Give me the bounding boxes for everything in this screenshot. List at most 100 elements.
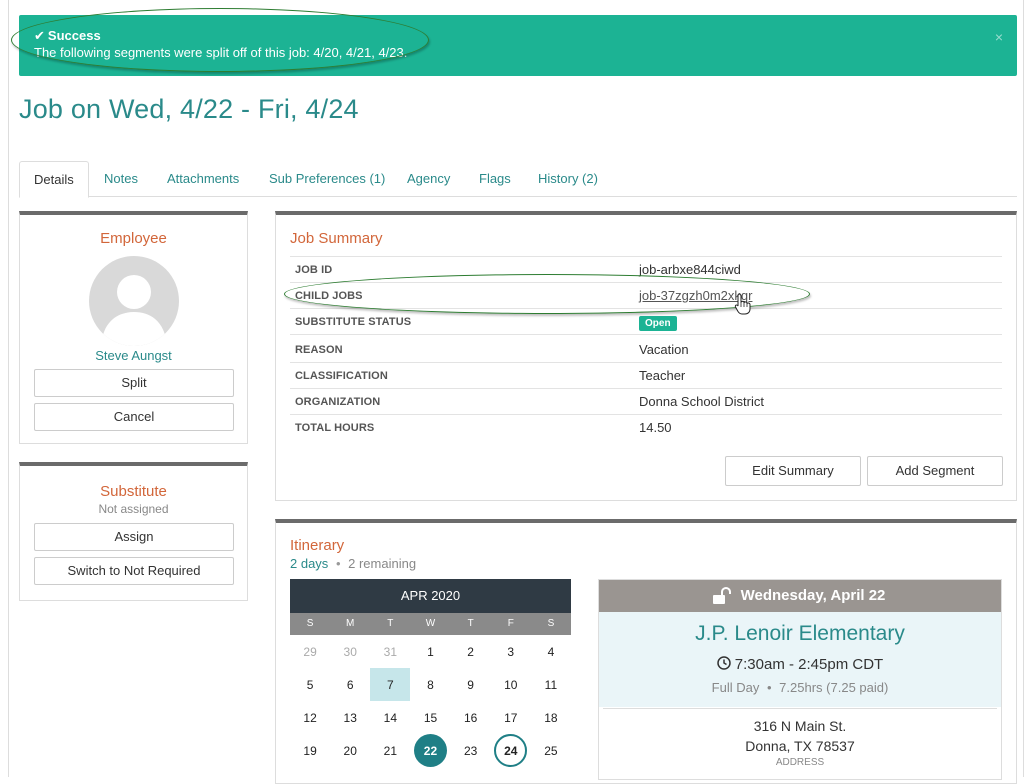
clock-icon — [717, 656, 731, 670]
calendar-day[interactable]: 14 — [370, 701, 410, 734]
day-type: Full Day — [711, 680, 760, 695]
scheduled-day-marker: 24 — [494, 734, 528, 767]
address-line2: Donna, TX 78537 — [745, 738, 855, 754]
itinerary-heading: Itinerary — [290, 537, 345, 554]
calendar-day[interactable]: 30 — [330, 635, 370, 668]
success-alert: ✔ Success The following segments were spl… — [19, 15, 1017, 76]
substitute-status: Not assigned — [98, 502, 169, 516]
edit-summary-button[interactable]: Edit Summary — [725, 456, 861, 486]
user-silhouette-icon — [101, 275, 167, 346]
calendar-week: 5 6 7 8 9 10 11 — [290, 668, 571, 701]
check-icon: ✔ — [34, 28, 45, 43]
selected-day-marker: 22 — [413, 734, 447, 767]
weekday-label: S — [306, 618, 314, 629]
weekday-label: S — [547, 618, 555, 629]
substitute-panel: Substitute Not assigned Assign Switch to… — [19, 462, 248, 601]
calendar-day-today[interactable]: 7 — [370, 668, 411, 701]
classification-value: Teacher — [639, 368, 686, 383]
calendar-day[interactable]: 12 — [290, 701, 330, 734]
page-title: Job on Wed, 4/22 - Fri, 4/24 — [19, 94, 359, 124]
calendar-day[interactable]: 17 — [491, 701, 531, 734]
calendar-day[interactable]: 13 — [330, 701, 370, 734]
calendar-day[interactable]: 29 — [290, 635, 330, 668]
employee-name-link[interactable]: Steve Aungst — [20, 348, 247, 363]
table-row: CHILD JOBS job-37zgzh0m2xkqr — [290, 282, 1002, 308]
calendar: APR 2020 S M T W T F S 29 30 31 1 2 3 4 … — [290, 579, 571, 767]
tab-flags[interactable]: Flags — [465, 161, 525, 197]
reason-key: REASON — [295, 344, 343, 356]
calendar-day[interactable]: 11 — [531, 668, 571, 701]
tab-bar: Details Notes Attachments Sub Preference… — [19, 161, 1017, 198]
calendar-day[interactable]: 3 — [491, 635, 531, 668]
employee-panel: Employee Steve Aungst Split Cancel — [19, 211, 248, 444]
calendar-day[interactable]: 4 — [531, 635, 571, 668]
calendar-day[interactable]: 16 — [451, 701, 491, 734]
calendar-day[interactable]: 31 — [370, 635, 410, 668]
tab-notes[interactable]: Notes — [90, 161, 152, 197]
tab-history[interactable]: History (2) — [524, 161, 612, 197]
school-link[interactable]: J.P. Lenoir Elementary — [599, 622, 1001, 646]
calendar-week: 19 20 21 22 23 24 25 — [290, 734, 571, 767]
alert-title: Success — [47, 28, 101, 43]
calendar-day[interactable]: 9 — [451, 668, 491, 701]
tab-details[interactable]: Details — [19, 161, 89, 198]
status-badge: Open — [639, 316, 677, 331]
table-row: SUBSTITUTE STATUS Open — [290, 308, 1002, 334]
table-row: JOB ID job-arbxe844ciwd — [290, 256, 1002, 282]
avatar — [89, 256, 179, 346]
calendar-day[interactable]: 25 — [531, 734, 571, 767]
divider — [603, 708, 997, 709]
calendar-day[interactable]: 10 — [491, 668, 531, 701]
substitute-status-key: SUBSTITUTE STATUS — [295, 316, 412, 328]
classification-key: CLASSIFICATION — [295, 370, 388, 382]
weekday-label: T — [467, 618, 474, 629]
unlock-icon — [713, 587, 731, 604]
separator-dot: • — [335, 556, 341, 571]
job-summary-panel: Job Summary JOB ID job-arbxe844ciwd CHIL… — [275, 211, 1017, 501]
calendar-day-scheduled[interactable]: 24 — [491, 734, 531, 767]
calendar-weekdays: S M T W T F S — [290, 613, 571, 635]
assign-button[interactable]: Assign — [34, 523, 234, 551]
address-label: ADDRESS — [775, 757, 825, 768]
table-row: REASON Vacation — [290, 334, 1002, 362]
tab-agency[interactable]: Agency — [393, 161, 464, 197]
calendar-day[interactable]: 18 — [531, 701, 571, 734]
table-row: CLASSIFICATION Teacher — [290, 362, 1002, 388]
calendar-day[interactable]: 19 — [290, 734, 330, 767]
alert-message: The following segments were split off of… — [34, 45, 408, 60]
address-line1: 316 N Main St. — [753, 718, 847, 734]
weekday-label: M — [346, 618, 355, 629]
calendar-day[interactable]: 21 — [370, 734, 410, 767]
calendar-day[interactable]: 1 — [410, 635, 450, 668]
days-link[interactable]: 2 days — [290, 556, 328, 571]
day-card-body: J.P. Lenoir Elementary 7:30am - 2:45pm C… — [599, 612, 1001, 707]
calendar-day[interactable]: 15 — [410, 701, 450, 734]
reason-value: Vacation — [639, 342, 689, 357]
tab-sub-preferences[interactable]: Sub Preferences (1) — [255, 161, 399, 197]
day-card-header: Wednesday, April 22 — [599, 580, 1001, 612]
calendar-day[interactable]: 23 — [451, 734, 491, 767]
add-segment-button[interactable]: Add Segment — [867, 456, 1003, 486]
total-hours-value: 14.50 — [639, 420, 672, 435]
tab-attachments[interactable]: Attachments — [153, 161, 253, 197]
table-row: TOTAL HOURS 14.50 — [290, 414, 1002, 440]
switch-to-not-required-button[interactable]: Switch to Not Required — [34, 557, 234, 585]
calendar-day-selected[interactable]: 22 — [410, 734, 450, 767]
split-button[interactable]: Split — [34, 369, 234, 397]
organization-link[interactable]: Donna School District — [639, 394, 764, 409]
calendar-day[interactable]: 8 — [410, 668, 450, 701]
employee-heading: Employee — [100, 230, 167, 247]
job-summary-table: JOB ID job-arbxe844ciwd CHILD JOBS job-3… — [290, 256, 1002, 440]
calendar-day[interactable]: 6 — [330, 668, 370, 701]
job-summary-heading: Job Summary — [290, 230, 383, 247]
day-time: 7:30am - 2:45pm CDT — [734, 656, 884, 673]
calendar-day[interactable]: 5 — [290, 668, 330, 701]
calendar-day[interactable]: 2 — [451, 635, 491, 668]
hand-cursor-icon — [734, 293, 751, 315]
job-id-value: job-arbxe844ciwd — [639, 262, 741, 277]
calendar-month: APR 2020 — [290, 579, 571, 613]
close-icon[interactable]: × — [995, 29, 1003, 45]
cancel-button[interactable]: Cancel — [34, 403, 234, 431]
calendar-day[interactable]: 20 — [330, 734, 370, 767]
job-id-key: JOB ID — [295, 264, 333, 276]
